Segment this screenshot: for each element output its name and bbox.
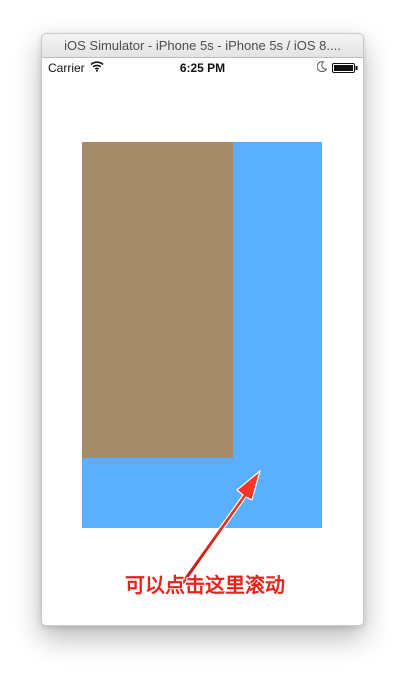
status-time: 6:25 PM bbox=[179, 61, 226, 75]
status-bar: Carrier 6:25 PM bbox=[42, 58, 363, 78]
window-title: iOS Simulator - iPhone 5s - iPhone 5s / … bbox=[64, 38, 341, 53]
simulator-window: iOS Simulator - iPhone 5s - iPhone 5s / … bbox=[41, 33, 364, 626]
battery-icon bbox=[332, 63, 358, 73]
window-titlebar[interactable]: iOS Simulator - iPhone 5s - iPhone 5s / … bbox=[42, 34, 363, 58]
device-screen: Carrier 6:25 PM 可以点击这里滚动 bbox=[42, 58, 363, 625]
scroll-content-view bbox=[82, 142, 233, 458]
moon-icon bbox=[317, 61, 327, 72]
annotation-text: 可以点击这里滚动 bbox=[125, 575, 285, 597]
